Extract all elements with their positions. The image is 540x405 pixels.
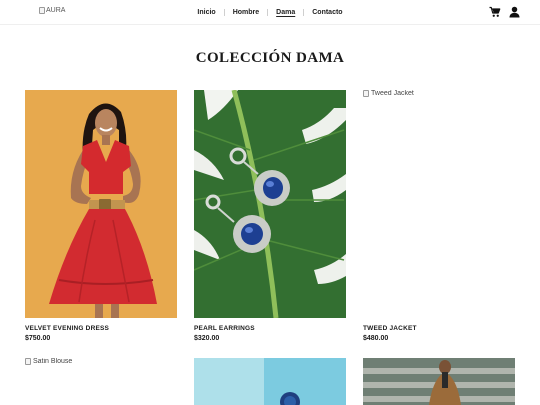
product-card[interactable]: PEARL EARRINGS $320.00 <box>194 90 346 342</box>
main-nav: Inicio Hombre Dama Contacto <box>0 8 540 17</box>
product-name[interactable]: VELVET EVENING DRESS <box>25 325 177 332</box>
broken-image-icon <box>363 90 369 97</box>
nav-link-dama[interactable]: Dama <box>268 8 303 17</box>
product-image-dress[interactable] <box>25 90 177 318</box>
product-image-accessory[interactable] <box>194 358 346 405</box>
image-alt: Satin Blouse <box>25 358 72 365</box>
page-title: COLECCIÓN DAMA <box>195 50 345 66</box>
product-image-earrings[interactable] <box>194 90 346 318</box>
product-name[interactable]: TWEED JACKET <box>363 325 515 332</box>
nav-link-inicio[interactable]: Inicio <box>189 8 223 17</box>
cart-icon[interactable] <box>489 6 501 18</box>
product-price: $480.00 <box>363 335 389 342</box>
product-card[interactable]: Tweed Jacket TWEED JACKET $480.00 <box>363 90 515 342</box>
product-price: $750.00 <box>25 335 51 342</box>
product-card[interactable] <box>363 358 515 405</box>
user-icon[interactable] <box>509 6 520 18</box>
product-price: $320.00 <box>194 335 220 342</box>
product-image-jacket[interactable]: Tweed Jacket <box>363 90 515 318</box>
nav-link-contacto[interactable]: Contacto <box>304 8 350 17</box>
dress-photo <box>25 90 177 318</box>
product-card[interactable]: Satin Blouse <box>25 358 177 405</box>
product-image-coat[interactable] <box>363 358 515 405</box>
product-card[interactable]: VELVET EVENING DRESS $750.00 <box>25 90 177 342</box>
top-navigation-bar: AURA Inicio Hombre Dama Contacto <box>0 0 540 25</box>
broken-image-icon <box>25 358 31 365</box>
product-name[interactable]: PEARL EARRINGS <box>194 325 346 332</box>
earrings-photo <box>194 90 346 318</box>
product-card[interactable] <box>194 358 346 405</box>
coat-photo <box>363 358 515 405</box>
nav-link-hombre[interactable]: Hombre <box>225 8 267 17</box>
product-image-blouse[interactable]: Satin Blouse <box>25 358 177 405</box>
image-alt: Tweed Jacket <box>363 90 414 97</box>
accessory-photo <box>194 358 346 405</box>
